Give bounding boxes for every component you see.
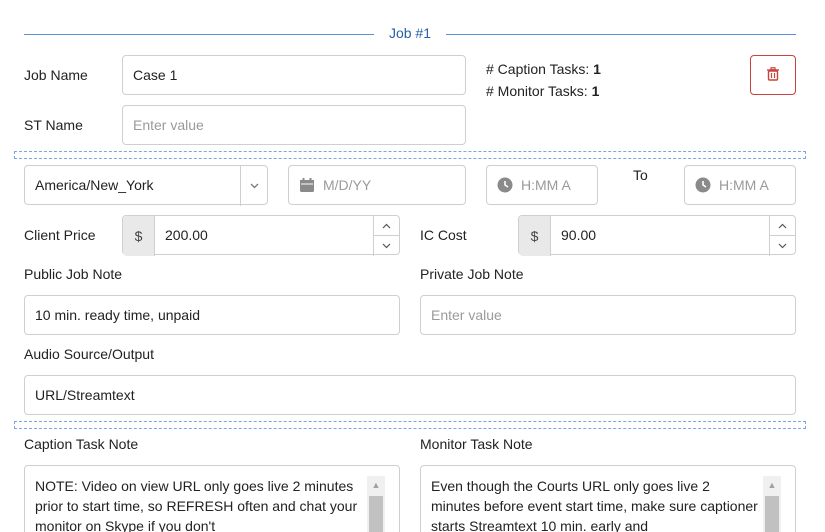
scrollbar[interactable]: ▲ xyxy=(763,476,781,532)
dollar-addon: $ xyxy=(123,216,155,256)
date-input[interactable]: M/D/YY xyxy=(288,165,466,205)
chevron-down-icon[interactable] xyxy=(770,236,795,256)
monitor-task-note-label: Monitor Task Note xyxy=(420,436,533,452)
chevron-up-icon[interactable] xyxy=(770,216,795,236)
date-placeholder: M/D/YY xyxy=(323,177,372,193)
monitor-task-note-textarea[interactable]: Even though the Courts URL only goes liv… xyxy=(420,465,796,532)
monitor-tasks-count-line: # Monitor Tasks: 1 xyxy=(486,83,599,99)
ic-cost-value: 90.00 xyxy=(561,227,597,243)
client-price-stepper[interactable] xyxy=(373,216,399,256)
job-name-input[interactable]: Case 1 xyxy=(122,55,466,95)
ic-cost-input[interactable]: $ 90.00 xyxy=(518,215,796,256)
caption-task-note-label: Caption Task Note xyxy=(24,436,139,452)
divider-right xyxy=(446,34,796,35)
chevron-down-icon xyxy=(240,166,267,206)
section-separator xyxy=(14,151,806,159)
dollar-addon: $ xyxy=(519,216,551,256)
timezone-select[interactable]: America/New_York xyxy=(24,165,268,206)
job-name-label: Job Name xyxy=(24,67,88,83)
public-note-label: Public Job Note xyxy=(24,266,123,282)
delete-job-button[interactable] xyxy=(750,55,796,95)
audio-source-input[interactable]: URL/Streamtext xyxy=(24,375,796,415)
ic-cost-stepper[interactable] xyxy=(769,216,795,256)
caption-task-note-textarea[interactable]: NOTE: Video on view URL only goes live 2… xyxy=(24,465,400,532)
monitor-tasks-label: # Monitor Tasks: xyxy=(486,83,588,99)
start-time-placeholder: H:MM A xyxy=(521,177,571,193)
scroll-thumb[interactable] xyxy=(765,496,779,532)
trash-icon xyxy=(766,66,780,84)
st-name-label: ST Name xyxy=(24,117,83,133)
scrollbar[interactable]: ▲ xyxy=(367,476,385,532)
caption-tasks-count-line: # Caption Tasks: 1 xyxy=(486,61,601,77)
private-note-placeholder: Enter value xyxy=(431,307,502,323)
private-note-label: Private Job Note xyxy=(420,266,524,282)
divider-left xyxy=(24,34,374,35)
caption-tasks-label: # Caption Tasks: xyxy=(486,61,590,77)
private-note-input[interactable]: Enter value xyxy=(420,295,796,335)
calendar-icon xyxy=(299,177,315,193)
public-note-input[interactable]: 10 min. ready time, unpaid xyxy=(24,295,400,335)
to-label: To xyxy=(633,167,648,183)
scroll-up-icon[interactable]: ▲ xyxy=(763,476,781,494)
st-name-input[interactable]: Enter value xyxy=(122,105,466,145)
job-title: Job #1 xyxy=(388,25,432,41)
ic-cost-label: IC Cost xyxy=(420,227,467,243)
st-name-placeholder: Enter value xyxy=(133,117,204,133)
scroll-thumb[interactable] xyxy=(369,496,383,532)
clock-icon xyxy=(497,177,513,193)
public-note-value: 10 min. ready time, unpaid xyxy=(35,307,200,323)
client-price-label: Client Price xyxy=(24,227,96,243)
end-time-input[interactable]: H:MM A xyxy=(684,165,796,205)
monitor-tasks-count: 1 xyxy=(591,83,600,99)
caption-tasks-count: 1 xyxy=(593,61,601,77)
job-name-value: Case 1 xyxy=(133,67,178,83)
chevron-up-icon[interactable] xyxy=(374,216,399,236)
audio-source-label: Audio Source/Output xyxy=(24,346,154,362)
end-time-placeholder: H:MM A xyxy=(719,177,769,193)
scroll-up-icon[interactable]: ▲ xyxy=(367,476,385,494)
section-separator xyxy=(14,421,806,429)
monitor-task-note-value: Even though the Courts URL only goes liv… xyxy=(431,478,758,532)
client-price-value: 200.00 xyxy=(165,227,208,243)
audio-source-value: URL/Streamtext xyxy=(35,387,135,403)
start-time-input[interactable]: H:MM A xyxy=(486,165,598,205)
client-price-input[interactable]: $ 200.00 xyxy=(122,215,400,256)
caption-task-note-value: NOTE: Video on view URL only goes live 2… xyxy=(35,478,358,532)
chevron-down-icon[interactable] xyxy=(374,236,399,256)
clock-icon xyxy=(695,177,711,193)
timezone-value: America/New_York xyxy=(35,177,154,193)
